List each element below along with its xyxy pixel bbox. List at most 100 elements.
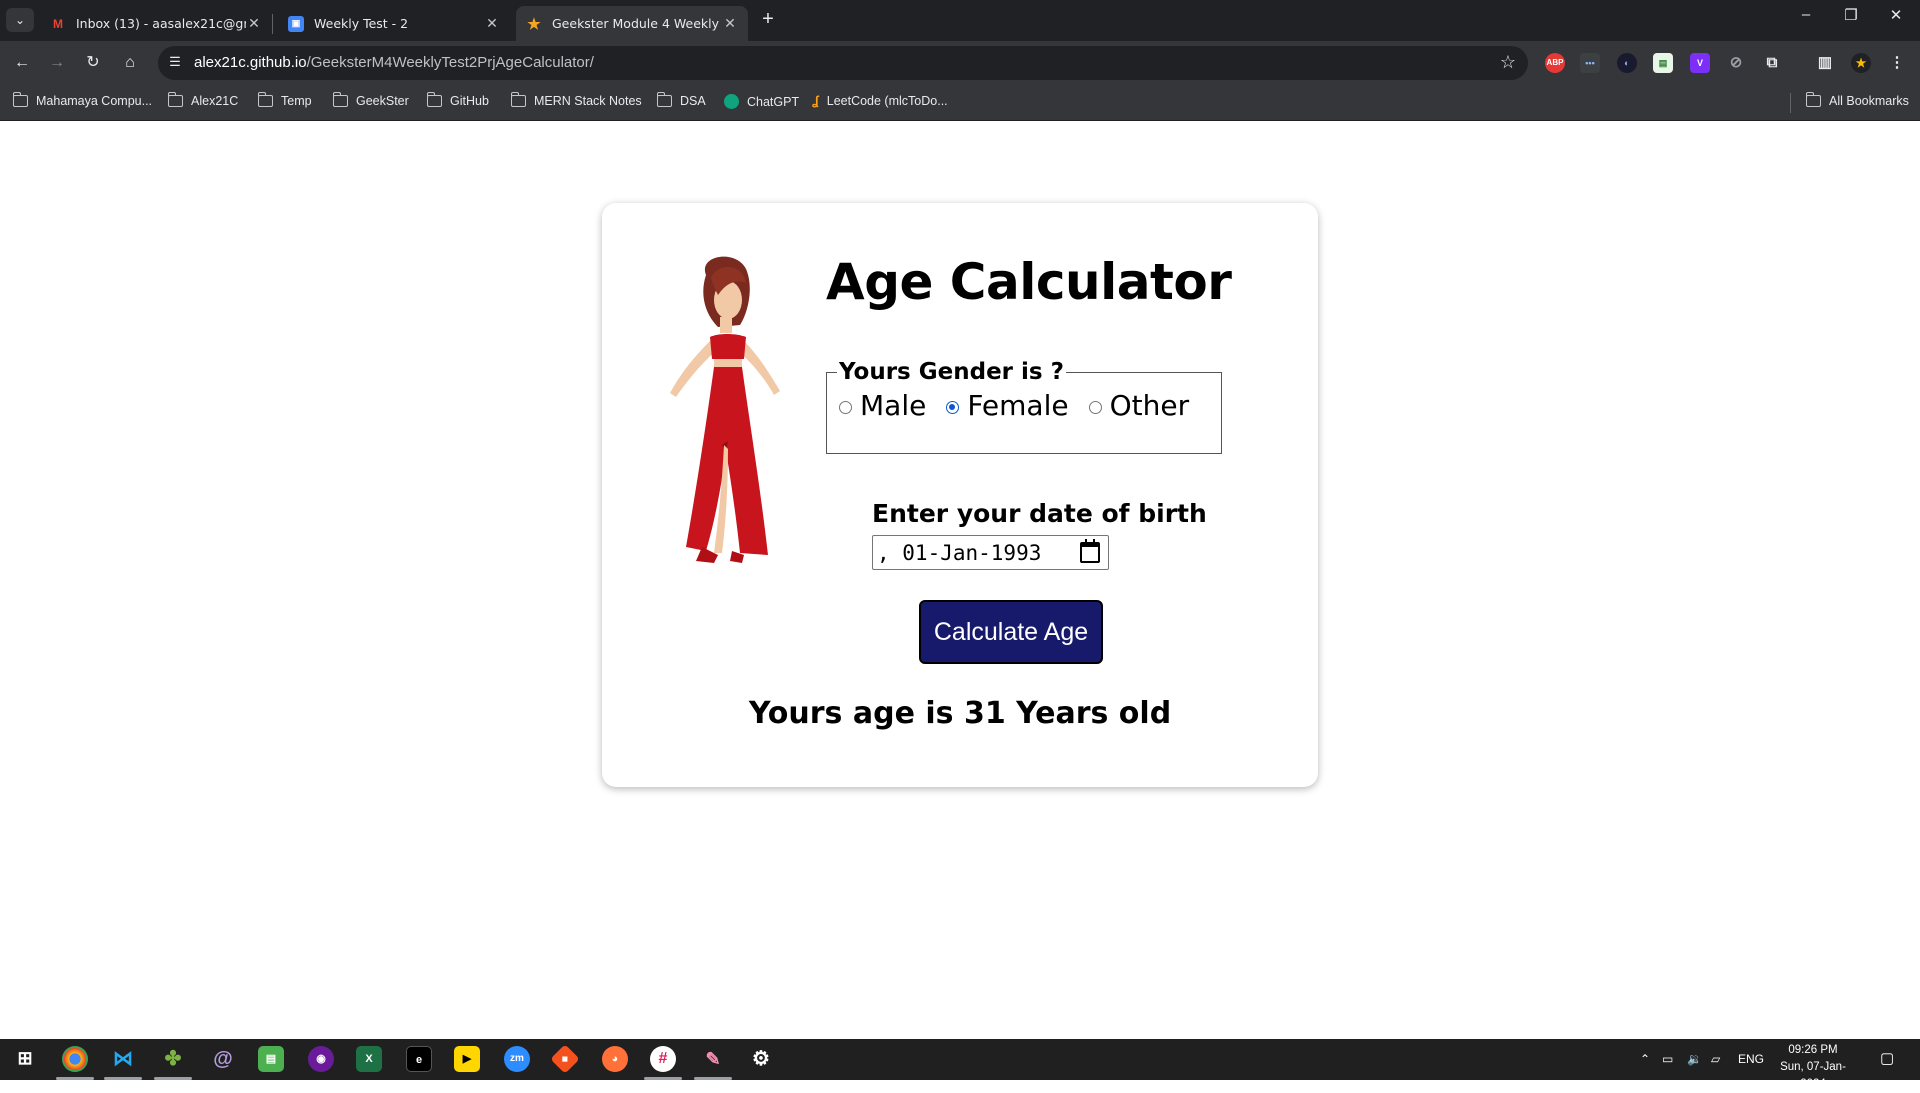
bookmark-leetcode[interactable]: ʆ LeetCode (mlcToDo... — [812, 94, 948, 108]
age-result-text: Yours age is 31 Years old — [748, 696, 1172, 731]
bookmark-star-icon[interactable]: ☆ — [1500, 52, 1516, 73]
dob-date-input[interactable]: , 01-Jan-1993 — [872, 535, 1109, 570]
tab-title: Geekster Module 4 Weekly Test — [552, 16, 722, 31]
bookmark-github[interactable]: GitHub — [426, 92, 489, 108]
restore-icon: ❐ — [1844, 7, 1858, 24]
calendar-icon[interactable] — [1080, 539, 1100, 563]
plus-icon: + — [762, 8, 774, 30]
notepad-app-icon[interactable]: ▤ — [258, 1046, 284, 1072]
close-icon[interactable]: ✕ — [484, 15, 500, 32]
radio-other-label[interactable]: Other — [1110, 389, 1190, 422]
firefox-icon[interactable]: ◕ — [602, 1046, 628, 1072]
arrow-right-icon: → — [49, 54, 65, 71]
clock-time: 09:26 PM — [1788, 1044, 1838, 1056]
epic-app-icon[interactable]: e — [406, 1046, 432, 1072]
url-path: /GeeksterM4WeeklyTest2PrjAgeCalculator/ — [306, 54, 594, 71]
swirl-app-icon[interactable]: @ — [210, 1046, 236, 1072]
paint-app-icon[interactable]: ✎ — [700, 1046, 726, 1072]
tab-weekly-test[interactable]: ▣ Weekly Test - 2 ✕ — [278, 6, 510, 41]
zoom-app-icon[interactable]: zm — [504, 1046, 530, 1072]
home-icon: ⌂ — [125, 54, 135, 71]
home-button[interactable]: ⌂ — [118, 51, 142, 75]
clover-app-icon[interactable]: ✤ — [160, 1046, 186, 1072]
radio-female[interactable] — [946, 401, 960, 414]
git-app-icon[interactable]: ◆ — [550, 1044, 580, 1074]
bookmark-mahamaya[interactable]: Mahamaya Compu... — [12, 92, 152, 108]
windows-start-icon[interactable]: ⊞ — [12, 1046, 38, 1072]
site-info-icon[interactable]: ☰ — [166, 54, 184, 72]
tab-inbox[interactable]: M Inbox (13) - aasalex21c@gmail. ✕ — [40, 6, 272, 41]
vscode-icon[interactable]: ⋈ — [110, 1046, 136, 1072]
dots-extension-icon[interactable]: ••• — [1580, 53, 1600, 73]
volume-icon[interactable]: 🔉 — [1687, 1052, 1702, 1066]
bookmark-mern-notes[interactable]: MERN Stack Notes — [510, 92, 642, 108]
side-panel-icon[interactable]: ▥ — [1815, 53, 1835, 73]
notification-icon[interactable]: ▢ — [1880, 1049, 1894, 1067]
clock-date: Sun, 07-Jan-2024 — [1780, 1061, 1846, 1090]
folder-icon — [257, 92, 273, 107]
folder-icon — [1805, 92, 1821, 107]
leetcode-icon: ʆ — [812, 94, 819, 108]
settings-gear-icon[interactable]: ⚙ — [748, 1046, 774, 1072]
tray-chevron-up-icon[interactable]: ⌃ — [1640, 1052, 1650, 1066]
reload-button[interactable]: ↻ — [81, 51, 105, 75]
player-app-icon[interactable]: ▶ — [454, 1046, 480, 1072]
tab-search-button[interactable]: ⌄ — [6, 8, 34, 32]
tab-geekster[interactable]: ★ Geekster Module 4 Weekly Test ✕ — [516, 6, 748, 41]
adblock-extension-icon[interactable]: ABP — [1545, 53, 1565, 73]
network-icon[interactable]: ▱ — [1711, 1052, 1720, 1066]
bookmark-temp[interactable]: Temp — [257, 92, 312, 108]
chrome-icon[interactable] — [62, 1046, 88, 1072]
profile-avatar-icon[interactable]: ★ — [1851, 53, 1871, 73]
arrow-left-icon: ← — [14, 54, 30, 71]
address-bar[interactable]: ☰ alex21c.github.io/GeeksterM4WeeklyTest… — [158, 46, 1528, 80]
gender-radio-group: Male Female Other — [839, 389, 1209, 422]
back-button[interactable]: ← — [10, 51, 34, 75]
minimize-icon: – — [1801, 6, 1811, 23]
radio-male-label[interactable]: Male — [860, 389, 926, 422]
dob-label: Enter your date of birth — [872, 499, 1207, 528]
classroom-icon: ▣ — [288, 15, 304, 32]
dob-value: , 01-Jan-1993 — [877, 540, 1042, 565]
close-icon[interactable]: ✕ — [246, 15, 262, 32]
bookmark-alex21c[interactable]: Alex21C — [167, 92, 238, 108]
excel-icon[interactable]: X — [356, 1046, 382, 1072]
folder-icon — [656, 92, 672, 107]
minimize-button[interactable]: – — [1786, 6, 1826, 23]
bookmark-dsa[interactable]: DSA — [656, 92, 706, 108]
tor-app-icon[interactable]: ◉ — [308, 1046, 334, 1072]
clock[interactable]: 09:26 PM Sun, 07-Jan-2024 — [1772, 1042, 1854, 1093]
dark-mode-extension-icon[interactable]: ◐ — [1617, 53, 1637, 73]
bookmark-chatgpt[interactable]: ChatGPT — [724, 94, 799, 109]
calculate-age-button[interactable]: Calculate Age — [919, 600, 1103, 664]
folder-icon — [332, 92, 348, 107]
sheet-extension-icon[interactable]: ▤ — [1653, 53, 1673, 73]
restore-button[interactable]: ❐ — [1831, 6, 1871, 24]
radio-female-label[interactable]: Female — [967, 389, 1068, 422]
v-extension-icon[interactable]: V — [1690, 53, 1710, 73]
woman-in-red-dress-illustration — [670, 256, 780, 563]
url-text[interactable]: alex21c.github.io/GeeksterM4WeeklyTest2P… — [194, 54, 594, 71]
battery-icon[interactable]: ▭ — [1662, 1052, 1673, 1066]
kebab-menu-icon[interactable]: ⋮ — [1887, 53, 1907, 73]
tab-title: Weekly Test - 2 — [314, 16, 409, 31]
bookmark-geekster[interactable]: GeekSter — [332, 92, 409, 108]
new-tab-button[interactable]: + — [756, 8, 780, 31]
tab-title: Inbox (13) - aasalex21c@gmail. — [76, 16, 246, 31]
age-calculator-card: Age Calculator Yours Gender is ? Male Fe… — [602, 203, 1318, 787]
folder-icon — [510, 92, 526, 107]
extensions-puzzle-icon[interactable]: ⧉ — [1762, 53, 1782, 73]
language-indicator[interactable]: ENG — [1738, 1052, 1764, 1066]
all-bookmarks[interactable]: All Bookmarks — [1805, 92, 1909, 108]
close-window-button[interactable]: ✕ — [1876, 6, 1916, 24]
radio-other[interactable] — [1088, 401, 1102, 414]
windows-taskbar: ⊞ ⋈ ✤ @ ▤ ◉ X e ▶ zm ◆ ◕ # ✎ ⚙ ⌃ ▭ 🔉 ▱ E… — [0, 1039, 1920, 1090]
page-title: Age Calculator — [826, 253, 1232, 311]
close-icon[interactable]: ✕ — [722, 15, 738, 32]
slack-icon[interactable]: # — [650, 1046, 676, 1072]
gender-legend: Yours Gender is ? — [839, 359, 1064, 385]
chevron-down-icon: ⌄ — [14, 13, 26, 27]
forward-button[interactable]: → — [45, 51, 69, 75]
radio-male[interactable] — [839, 401, 852, 414]
compass-extension-icon[interactable]: ⊘ — [1726, 53, 1746, 73]
